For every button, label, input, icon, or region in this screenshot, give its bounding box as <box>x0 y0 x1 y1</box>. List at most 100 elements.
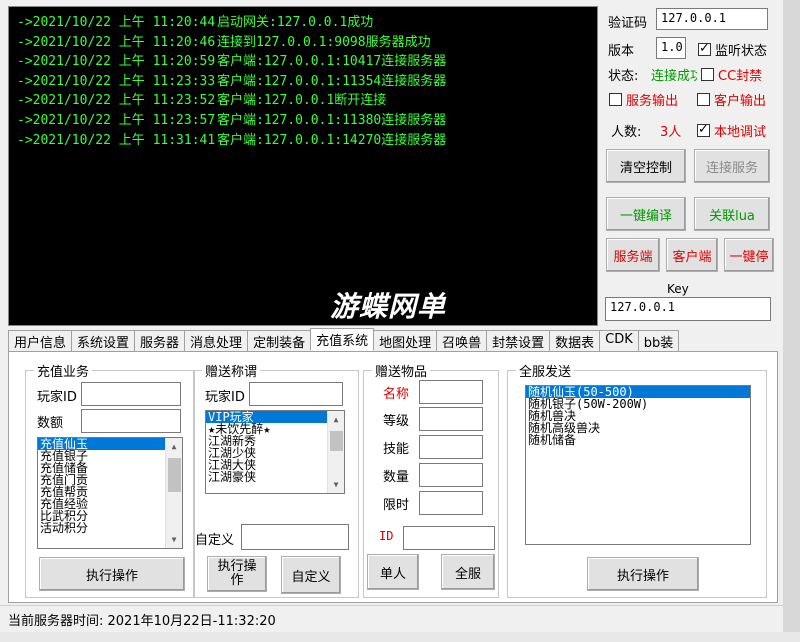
log-timestamp: ->2021/10/22 上午 11:20:44 <box>17 15 216 30</box>
tab-11[interactable]: bb装 <box>637 330 680 351</box>
title-custom-button[interactable]: 自定义 <box>281 556 341 594</box>
status-bar-text: 当前服务器时间: 2021年10月22日-11:32:20 <box>8 614 276 629</box>
connect-service-button[interactable]: 连接服务 <box>694 149 770 183</box>
recharge-player-label: 玩家ID <box>37 390 77 405</box>
item-time-input[interactable] <box>419 491 483 515</box>
tab-8[interactable]: 封禁设置 <box>486 330 551 351</box>
title-list[interactable]: VIP玩家 ★未饮先醉★ 江湖新秀 江湖少侠 江湖大侠 江湖豪侠 ▲ ▼ <box>205 410 345 494</box>
item-qty-input[interactable] <box>419 463 483 487</box>
title-exec-button[interactable]: 执行操作 <box>207 556 267 592</box>
tab-10[interactable]: CDK <box>599 330 639 351</box>
item-level-input[interactable] <box>419 407 483 431</box>
link-lua-button[interactable]: 关联lua <box>694 197 770 231</box>
tab-0[interactable]: 用户信息 <box>8 330 73 351</box>
watermark-text: 游蝶网单 <box>330 290 447 323</box>
people-count: 3人 <box>660 125 682 140</box>
list-item[interactable]: 江湖豪侠 <box>206 471 344 483</box>
recharge-amount-input[interactable] <box>81 409 181 433</box>
version-label: 版本 <box>608 44 635 59</box>
log-console[interactable]: ->2021/10/22 上午 11:20:44 启动网关:127.0.0.1成功… <box>8 6 598 326</box>
checkbox-icon <box>697 93 710 106</box>
background-window-strip <box>0 632 800 642</box>
log-message: 客户端:127.0.0.1:10417连接服务器 <box>217 54 447 70</box>
log-row: ->2021/10/22 上午 11:20:46 连接到127.0.0.1:909… <box>17 33 589 53</box>
log-message: 客户端:127.0.0.1:14270连接服务器 <box>217 132 447 148</box>
recharge-player-input[interactable] <box>81 382 181 406</box>
log-message: 客户端:127.0.0.1断开连接 <box>217 93 387 109</box>
log-message: 客户端:127.0.0.1:11354连接服务器 <box>217 73 447 89</box>
checkbox-icon <box>609 93 622 106</box>
item-id-input[interactable] <box>403 526 495 550</box>
scroll-thumb[interactable] <box>330 431 343 451</box>
log-row: ->2021/10/22 上午 11:20:44 启动网关:127.0.0.1成功 <box>17 13 589 33</box>
item-skill-input[interactable] <box>419 435 483 459</box>
tab-2[interactable]: 服务器 <box>134 330 186 351</box>
log-timestamp: ->2021/10/22 上午 11:20:46 <box>17 34 216 50</box>
item-skill-label: 技能 <box>383 442 410 457</box>
service-output-checkbox[interactable]: 服务输出 <box>609 90 678 109</box>
cc-ban-checkbox[interactable]: CC封禁 <box>701 65 762 84</box>
item-all-button[interactable]: 全服 <box>441 554 495 590</box>
stop-all-button[interactable]: 一键停 <box>724 238 774 272</box>
status-label: 状态: <box>608 69 639 84</box>
tab-4[interactable]: 定制装备 <box>247 330 312 351</box>
list-item[interactable]: 随机储备 <box>526 434 750 446</box>
scroll-down-icon[interactable]: ▼ <box>328 476 344 493</box>
title-gift-player-input[interactable] <box>249 382 343 406</box>
server-send-list[interactable]: 随机仙玉(50-500) 随机银子(50W-200W) 随机兽决 随机高级兽决 随机储备 <box>525 385 751 545</box>
cc-ban-label: CC封禁 <box>718 69 763 84</box>
log-row: ->2021/10/22 上午 11:23:33 客户端:127.0.0.1:11… <box>17 72 589 92</box>
scroll-down-icon[interactable]: ▼ <box>166 531 182 548</box>
log-row: ->2021/10/22 上午 11:31:41 客户端:127.0.0.1:14… <box>17 131 589 151</box>
recharge-list-scrollbar[interactable]: ▲ ▼ <box>165 438 182 548</box>
recharge-tab-panel: 充值业务 玩家ID 数额 充值仙玉 充值银子 充值储备 充值门贡 充值帮贡 充值经验 比武积… <box>8 351 778 603</box>
log-message: 连接到127.0.0.1:9098服务器成功 <box>217 34 431 50</box>
log-timestamp: ->2021/10/22 上午 11:23:33 <box>17 73 216 89</box>
key-label: Key <box>667 282 689 296</box>
tab-6[interactable]: 地图处理 <box>373 330 438 351</box>
version-input[interactable]: 1.0 <box>656 37 686 59</box>
item-single-button[interactable]: 单人 <box>367 554 419 590</box>
tab-bar: 用户信息 系统设置 服务器 消息处理 定制装备 充值系统 地图处理 召唤兽 封禁设置 数据表 CDK… <box>8 328 784 352</box>
client-output-checkbox[interactable]: 客户输出 <box>697 90 766 109</box>
log-message: 启动网关:127.0.0.1成功 <box>217 15 374 30</box>
title-list-scrollbar[interactable]: ▲ ▼ <box>327 411 344 493</box>
tab-7[interactable]: 召唤兽 <box>436 330 488 351</box>
compile-button[interactable]: 一键编译 <box>606 197 686 231</box>
server-send-exec-button[interactable]: 执行操作 <box>587 557 699 591</box>
recharge-list[interactable]: 充值仙玉 充值银子 充值储备 充值门贡 充值帮贡 充值经验 比武积分 活动积分 ▲ ▼ <box>37 437 183 549</box>
scroll-up-icon[interactable]: ▲ <box>166 438 182 455</box>
scroll-up-icon[interactable]: ▲ <box>328 411 344 428</box>
verify-input[interactable]: 127.0.0.1 <box>656 8 768 30</box>
item-id-label: ID <box>379 529 394 543</box>
listen-checkbox[interactable]: 监听状态 <box>698 40 767 59</box>
recharge-exec-button[interactable]: 执行操作 <box>39 557 185 591</box>
client-output-label: 客户输出 <box>714 94 767 109</box>
list-item[interactable]: 活动积分 <box>38 522 182 534</box>
scroll-thumb[interactable] <box>168 458 181 492</box>
item-level-label: 等级 <box>383 414 410 429</box>
item-time-label: 限时 <box>383 498 410 513</box>
recharge-group-title: 充值业务 <box>34 361 93 380</box>
tab-3[interactable]: 消息处理 <box>184 330 249 351</box>
listen-label: 监听状态 <box>715 44 768 59</box>
app-window: ->2021/10/22 上午 11:20:44 启动网关:127.0.0.1成功… <box>0 0 800 642</box>
item-name-input[interactable] <box>419 380 483 404</box>
client-button[interactable]: 客户端 <box>666 238 718 272</box>
log-row: ->2021/10/22 上午 11:20:59 客户端:127.0.0.1:10… <box>17 52 589 72</box>
log-timestamp: ->2021/10/22 上午 11:23:57 <box>17 112 216 128</box>
custom-title-input[interactable] <box>241 524 349 550</box>
log-timestamp: ->2021/10/22 上午 11:20:59 <box>17 54 216 70</box>
tab-9[interactable]: 数据表 <box>549 330 601 351</box>
log-timestamp: ->2021/10/22 上午 11:31:41 <box>17 132 216 148</box>
tab-1[interactable]: 系统设置 <box>71 330 136 351</box>
people-label: 人数: <box>611 125 642 140</box>
log-row: ->2021/10/22 上午 11:23:52 客户端:127.0.0.1断开连… <box>17 91 589 111</box>
tab-5[interactable]: 充值系统 <box>310 328 375 351</box>
clear-console-button[interactable]: 清空控制 <box>606 149 686 183</box>
key-input[interactable]: 127.0.0.1 <box>605 297 771 321</box>
local-debug-checkbox[interactable]: 本地调试 <box>697 121 766 140</box>
checkbox-checked-icon <box>697 122 710 137</box>
server-button[interactable]: 服务端 <box>606 238 660 272</box>
custom-title-label: 自定义 <box>195 533 235 548</box>
